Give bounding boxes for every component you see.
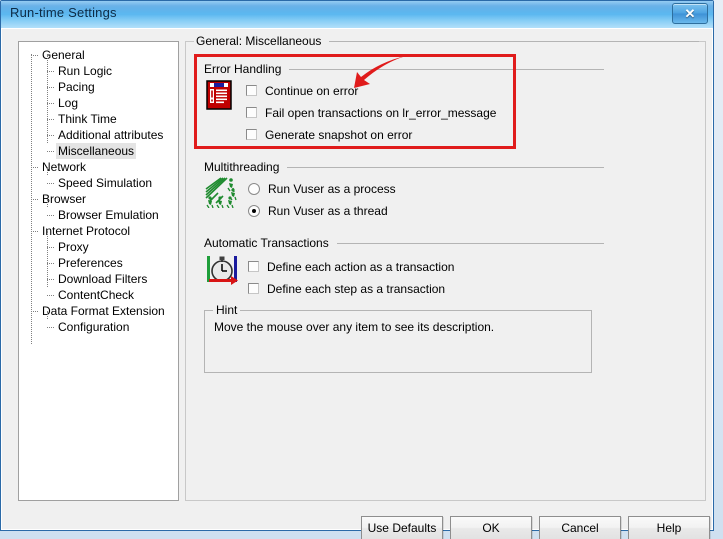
tree-item-proxy[interactable]: Proxy (19, 239, 178, 255)
help-button[interactable]: Help (628, 516, 710, 539)
run-time-settings-dialog: Run-time Settings ✕ General Run Logic Paci… (0, 0, 714, 539)
tree-item-label: Log (58, 96, 79, 110)
tree-connector (47, 215, 54, 217)
tree-item-label: Speed Simulation (58, 176, 153, 190)
tree-item-pacing[interactable]: Pacing (19, 79, 178, 95)
tree-branch-line (47, 311, 49, 319)
tree-item-preferences[interactable]: Preferences (19, 255, 178, 271)
title-bar: Run-time Settings ✕ (1, 1, 713, 29)
tree-connector (31, 167, 38, 169)
checkbox-define-action-as-transaction[interactable]: Define each action as a transaction (248, 259, 454, 275)
radio-circle[interactable] (248, 205, 260, 217)
tree-branch-line (47, 231, 49, 287)
settings-tree-panel[interactable]: General Run Logic Pacing Log Think Time Addit… (18, 41, 179, 501)
hint-title: Hint (213, 303, 241, 317)
tree-item-label: Data Format Extension (42, 304, 165, 318)
tree-item-general[interactable]: General (19, 47, 178, 63)
tree-item-label: ContentCheck (58, 288, 135, 302)
checkbox-define-step-as-transaction[interactable]: Define each step as a transaction (248, 281, 445, 297)
tree-connector (31, 55, 38, 57)
radio-label: Run Vuser as a process (268, 182, 396, 196)
button-label: Use Defaults (367, 521, 437, 535)
tree-connector (47, 151, 54, 153)
tree-connector (31, 199, 38, 201)
screenshot-root: Run-time Settings ✕ General Run Logic Paci… (0, 0, 723, 539)
checkbox-box[interactable] (246, 107, 257, 118)
tree-item-label: Browser Emulation (58, 208, 159, 222)
error-handling-title: Error Handling (204, 62, 290, 76)
error-document-icon (206, 80, 232, 110)
tree-item-run-logic[interactable]: Run Logic (19, 63, 178, 79)
settings-tree: General Run Logic Pacing Log Think Time Addit… (19, 42, 178, 344)
checkbox-label: Continue on error (265, 84, 359, 98)
cancel-button[interactable]: Cancel (539, 516, 621, 539)
tree-item-think-time[interactable]: Think Time (19, 111, 178, 127)
tree-branch-line (47, 199, 49, 207)
use-defaults-button[interactable]: Use Defaults (361, 516, 443, 539)
radio-circle[interactable] (248, 183, 260, 195)
tree-item-browser-emulation[interactable]: Browser Emulation (19, 207, 178, 223)
hint-text: Move the mouse over any item to see its … (214, 320, 495, 334)
settings-content-panel: General: Miscellaneous Error Handling Co… (185, 34, 706, 501)
tree-item-internet-protocol[interactable]: Internet Protocol (19, 223, 178, 239)
button-label: Help (656, 521, 682, 535)
tree-connector (47, 183, 54, 185)
red-pointer-arrow (348, 54, 408, 94)
checkbox-box[interactable] (248, 283, 259, 294)
close-icon: ✕ (684, 6, 696, 21)
checkbox-box[interactable] (246, 129, 257, 140)
tree-item-label: Run Logic (58, 64, 113, 78)
tree-item-label: Preferences (58, 256, 123, 270)
running-threads-icon (205, 176, 239, 209)
tree-item-label: Download Filters (58, 272, 148, 286)
tree-item-label: Configuration (58, 320, 130, 334)
tree-item-label: Proxy (58, 240, 89, 254)
tree-item-log[interactable]: Log (19, 95, 178, 111)
radio-label: Run Vuser as a thread (268, 204, 388, 218)
tree-item-data-format-extension[interactable]: Data Format Extension (19, 303, 178, 319)
tree-item-download-filters[interactable]: Download Filters (19, 271, 178, 287)
tree-item-network[interactable]: Network (19, 159, 178, 175)
tree-item-label: Miscellaneous (56, 143, 137, 159)
hint-panel: Hint Move the mouse over any item to see… (204, 303, 592, 373)
button-label: OK (482, 521, 500, 535)
tree-item-label: Think Time (58, 112, 117, 126)
tree-item-configuration[interactable]: Configuration (19, 319, 178, 335)
tree-item-browser[interactable]: Browser (19, 191, 178, 207)
checkbox-fail-open-transactions[interactable]: Fail open transactions on lr_error_messa… (246, 105, 496, 121)
tree-branch-line (47, 55, 49, 143)
tree-item-speed-simulation[interactable]: Speed Simulation (19, 175, 178, 191)
tree-item-miscellaneous[interactable]: Miscellaneous (19, 143, 178, 159)
tree-branch-line (47, 167, 49, 175)
checkbox-box[interactable] (246, 85, 257, 96)
checkbox-label: Generate snapshot on error (265, 128, 413, 142)
tree-item-label: Additional attributes (58, 128, 164, 142)
tree-connector (31, 311, 38, 313)
checkbox-label: Fail open transactions on lr_error_messa… (265, 106, 497, 120)
automatic-transactions-title: Automatic Transactions (204, 236, 337, 250)
checkbox-label: Define each action as a transaction (267, 260, 455, 274)
button-label: Cancel (561, 521, 599, 535)
checkbox-continue-on-error[interactable]: Continue on error (246, 83, 358, 99)
checkbox-label: Define each step as a transaction (267, 282, 446, 296)
tree-connector (47, 327, 54, 329)
tree-connector (47, 295, 54, 297)
dialog-client-area: General Run Logic Pacing Log Think Time Addit… (1, 28, 713, 539)
window-title: Run-time Settings (10, 5, 117, 20)
checkbox-box[interactable] (248, 261, 259, 272)
tree-item-label: Pacing (58, 80, 95, 94)
multithreading-title: Multithreading (204, 160, 288, 174)
checkbox-generate-snapshot[interactable]: Generate snapshot on error (246, 127, 412, 143)
stopwatch-icon (207, 254, 239, 286)
tree-connector (31, 231, 38, 233)
tree-item-additional-attributes[interactable]: Additional attributes (19, 127, 178, 143)
radio-run-vuser-as-thread[interactable]: Run Vuser as a thread (248, 203, 388, 219)
ok-button[interactable]: OK (450, 516, 532, 539)
content-group-title: General: Miscellaneous (194, 34, 330, 48)
tree-item-contentcheck[interactable]: ContentCheck (19, 287, 178, 303)
close-button[interactable]: ✕ (672, 3, 708, 24)
radio-run-vuser-as-process[interactable]: Run Vuser as a process (248, 181, 396, 197)
tree-item-label: Internet Protocol (42, 224, 131, 238)
